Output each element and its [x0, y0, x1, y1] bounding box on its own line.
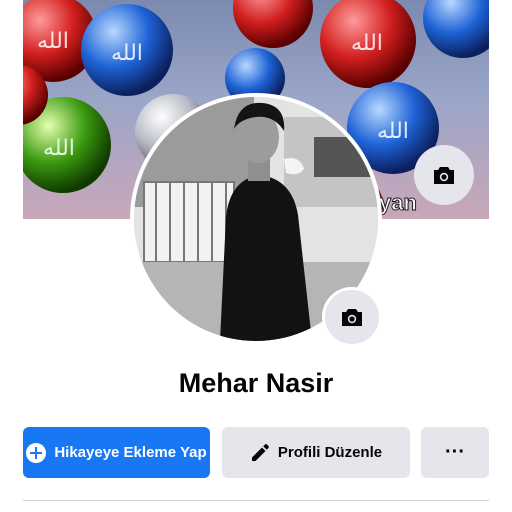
add-story-label: Hikayeye Ekleme Yap — [54, 444, 207, 461]
section-divider — [23, 500, 489, 501]
edit-profile-button[interactable]: Profili Düzenle — [222, 427, 410, 478]
camera-icon — [434, 167, 454, 184]
pencil-icon — [251, 443, 269, 461]
bubble-text: الله — [377, 119, 409, 144]
ellipsis-icon: ··· — [445, 441, 465, 463]
bubble-text: الله — [37, 29, 69, 54]
bubble-text: الله — [43, 136, 75, 161]
more-options-button[interactable]: ··· — [421, 427, 489, 478]
avatar-camera-button[interactable] — [322, 287, 382, 347]
bubble-text: الله — [351, 31, 383, 56]
edit-profile-label: Profili Düzenle — [277, 444, 383, 461]
plus-circle-icon — [26, 442, 47, 463]
add-story-button[interactable]: Hikayeye Ekleme Yap — [23, 427, 210, 478]
cover-watermark: yan — [379, 190, 417, 215]
cover-camera-button[interactable] — [414, 145, 474, 205]
profile-name: Mehar Nasir — [178, 368, 334, 398]
bubble-text: الله — [111, 41, 143, 66]
camera-icon — [342, 309, 362, 326]
